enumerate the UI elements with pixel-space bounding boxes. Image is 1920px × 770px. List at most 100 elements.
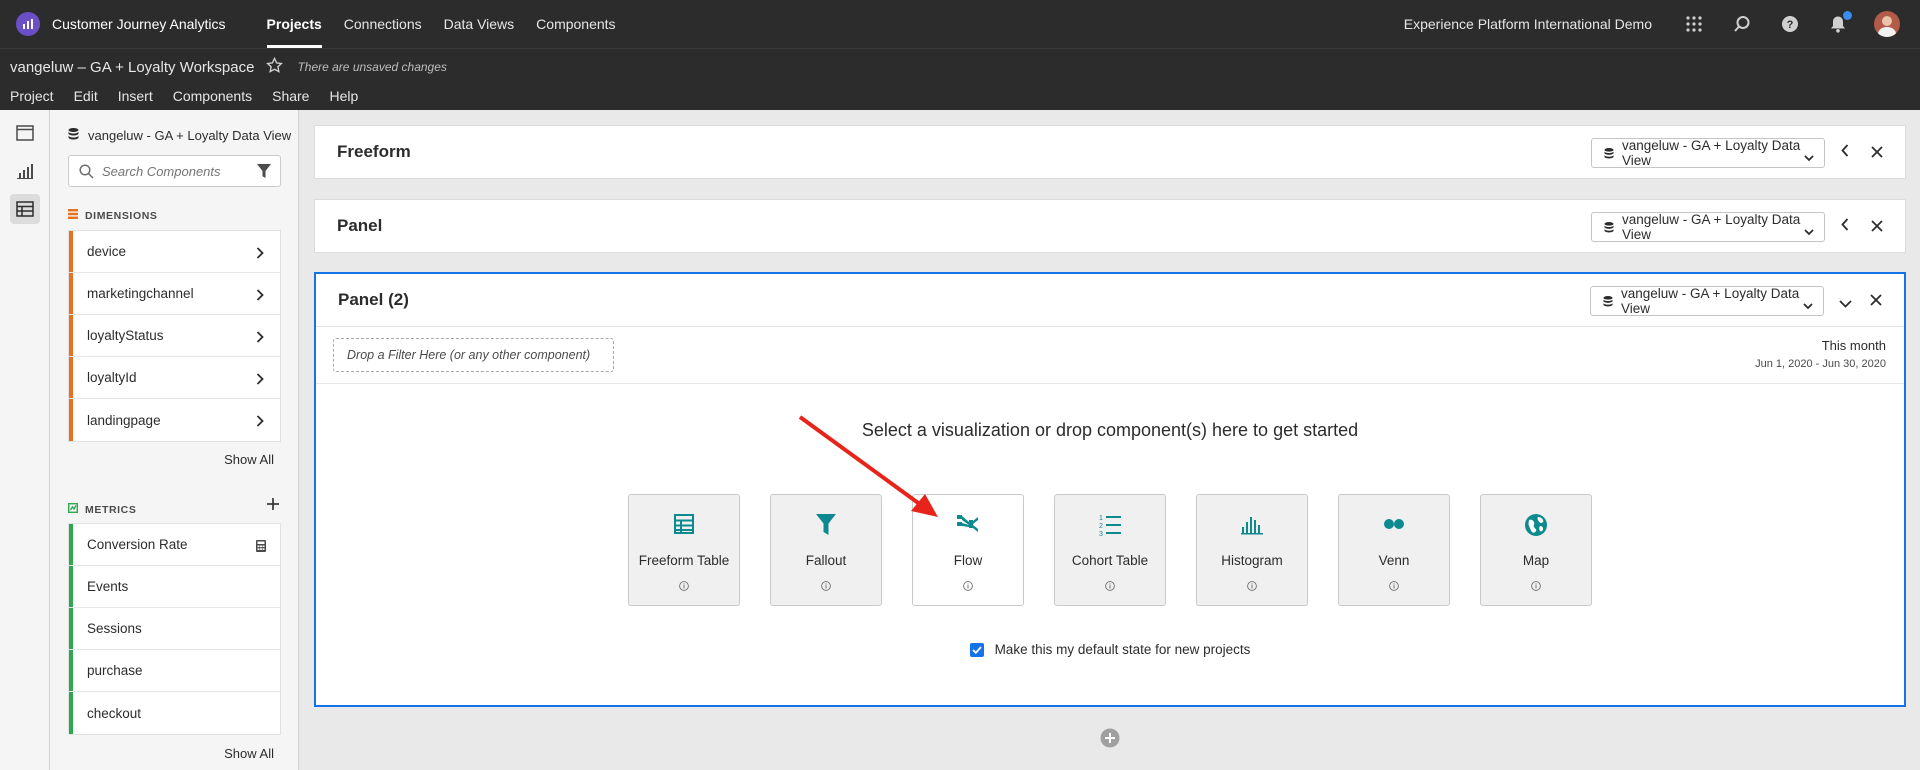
svg-text:3: 3 [1099, 531, 1103, 537]
menu-help[interactable]: Help [319, 85, 368, 107]
dimensions-show-all-link[interactable]: Show All [224, 452, 274, 467]
info-icon[interactable] [1481, 581, 1591, 591]
date-range-picker[interactable]: This month Jun 1, 2020 - Jun 30, 2020 [1755, 338, 1886, 370]
search-components-field[interactable] [68, 155, 281, 187]
dimension-item[interactable]: device [69, 231, 280, 273]
metric-label: Conversion Rate [87, 537, 188, 552]
dimension-item[interactable]: loyaltyStatus [69, 315, 280, 357]
viz-tile-map[interactable]: Map [1480, 494, 1592, 606]
chevron-down-icon[interactable] [1839, 295, 1852, 311]
close-icon[interactable] [1871, 145, 1883, 161]
components-icon[interactable] [10, 194, 40, 224]
database-icon [1604, 147, 1614, 159]
panel-data-view-dropdown[interactable]: vangeluw - GA + Loyalty Data View [1591, 212, 1825, 242]
notifications-bell-icon[interactable] [1826, 11, 1852, 36]
viz-tile-flow[interactable]: Flow [912, 494, 1024, 606]
viz-tile-cohort-table[interactable]: 123 Cohort Table [1054, 494, 1166, 606]
data-view-selector[interactable]: vangeluw - GA + Loyalty Data View [68, 127, 291, 143]
help-icon[interactable]: ? [1778, 12, 1802, 36]
panel-title[interactable]: Panel [337, 216, 382, 236]
nav-data-views[interactable]: Data Views [433, 0, 526, 48]
info-icon[interactable] [1197, 581, 1307, 591]
user-avatar[interactable] [1874, 11, 1900, 37]
star-icon[interactable] [266, 56, 284, 77]
chevron-right-icon[interactable] [256, 330, 264, 346]
panel-data-view-dropdown[interactable]: vangeluw - GA + Loyalty Data View [1591, 138, 1825, 168]
close-icon[interactable] [1870, 293, 1882, 309]
project-title[interactable]: vangeluw – GA + Loyalty Workspace [10, 59, 254, 76]
project-bar: vangeluw – GA + Loyalty Workspace There … [0, 48, 1920, 110]
panels-icon[interactable] [10, 118, 40, 148]
org-switcher[interactable]: Experience Platform International Demo [1404, 16, 1652, 32]
metric-item[interactable]: Sessions [69, 608, 280, 650]
default-state-checkbox[interactable] [969, 642, 984, 657]
default-state-label[interactable]: Make this my default state for new proje… [995, 642, 1251, 657]
metric-color-bar [69, 692, 73, 734]
search-components-input[interactable] [102, 163, 242, 179]
apps-grid-icon[interactable] [1682, 12, 1706, 36]
add-metric-plus-icon[interactable] [266, 497, 280, 514]
menu-project[interactable]: Project [0, 85, 64, 107]
chevron-left-icon[interactable] [1841, 218, 1849, 234]
panel-panel: Panel vangeluw - GA + Loyalty Data View [314, 199, 1906, 253]
info-icon[interactable] [913, 581, 1023, 591]
info-icon[interactable] [771, 581, 881, 591]
date-range-label: This month [1821, 338, 1886, 353]
viz-tile-fallout[interactable]: Fallout [770, 494, 882, 606]
database-icon [68, 127, 79, 143]
info-icon[interactable] [1055, 581, 1165, 591]
cja-logo-icon[interactable] [16, 12, 40, 36]
chevron-right-icon[interactable] [256, 288, 264, 304]
dimension-color-bar [69, 399, 73, 441]
panel-data-view-dropdown[interactable]: vangeluw - GA + Loyalty Data View [1590, 286, 1824, 316]
panel-header[interactable]: Panel vangeluw - GA + Loyalty Data View [315, 200, 1905, 252]
nav-projects[interactable]: Projects [256, 0, 333, 48]
chevron-right-icon[interactable] [256, 414, 264, 430]
close-icon[interactable] [1871, 219, 1883, 235]
metric-item[interactable]: purchase [69, 650, 280, 692]
info-icon[interactable] [1339, 581, 1449, 591]
viz-tile-freeform-table[interactable]: Freeform Table [628, 494, 740, 606]
nav-connections[interactable]: Connections [333, 0, 433, 48]
visualizations-icon[interactable] [10, 156, 40, 186]
panel-header[interactable]: Panel (2) vangeluw - GA + Loyalty Data V… [316, 274, 1904, 326]
dimension-item[interactable]: marketingchannel [69, 273, 280, 315]
viz-tile-venn[interactable]: Venn [1338, 494, 1450, 606]
add-panel-plus-icon[interactable] [1100, 728, 1120, 751]
date-range-value: Jun 1, 2020 - Jun 30, 2020 [1755, 358, 1886, 370]
menu-share[interactable]: Share [262, 85, 319, 107]
menu-components[interactable]: Components [163, 85, 262, 107]
metrics-show-all-link[interactable]: Show All [224, 746, 274, 761]
chevron-right-icon[interactable] [256, 372, 264, 388]
metric-item[interactable]: checkout [69, 692, 280, 734]
dimension-label: device [87, 244, 127, 259]
panel-title[interactable]: Freeform [337, 142, 411, 162]
filter-drop-zone[interactable]: Drop a Filter Here (or any other compone… [333, 338, 614, 372]
dimension-label: loyaltyId [87, 370, 137, 385]
chevron-right-icon[interactable] [256, 246, 264, 262]
dimension-item[interactable]: landingpage [69, 399, 280, 441]
metric-label: Sessions [87, 621, 142, 636]
filter-icon[interactable] [256, 163, 272, 182]
metrics-heading: METRICS [85, 503, 137, 516]
chevron-left-icon[interactable] [1841, 144, 1849, 160]
viz-tile-label: Flow [953, 553, 983, 568]
panel-header[interactable]: Freeform vangeluw - GA + Loyalty Data Vi… [315, 126, 1905, 178]
menu-edit[interactable]: Edit [64, 85, 108, 107]
nav-components[interactable]: Components [525, 0, 626, 48]
info-icon[interactable] [629, 581, 739, 591]
dimension-label: marketingchannel [87, 286, 194, 301]
panel-data-view-name: vangeluw - GA + Loyalty Data View [1621, 286, 1800, 316]
viz-tile-histogram[interactable]: Histogram [1196, 494, 1308, 606]
search-icon[interactable] [1730, 12, 1754, 36]
dimension-item[interactable]: loyaltyId [69, 357, 280, 399]
panel-title[interactable]: Panel (2) [338, 290, 409, 310]
metric-item[interactable]: Conversion Rate [69, 524, 280, 566]
metric-item[interactable]: Events [69, 566, 280, 608]
app-title[interactable]: Customer Journey Analytics [52, 16, 226, 32]
dimension-color-bar [69, 231, 73, 272]
panel-panel-2: Panel (2) vangeluw - GA + Loyalty Data V… [314, 272, 1906, 707]
menu-insert[interactable]: Insert [108, 85, 163, 107]
components-panel: vangeluw - GA + Loyalty Data View DIMENS… [50, 110, 299, 770]
chevron-down-icon [1804, 149, 1814, 165]
